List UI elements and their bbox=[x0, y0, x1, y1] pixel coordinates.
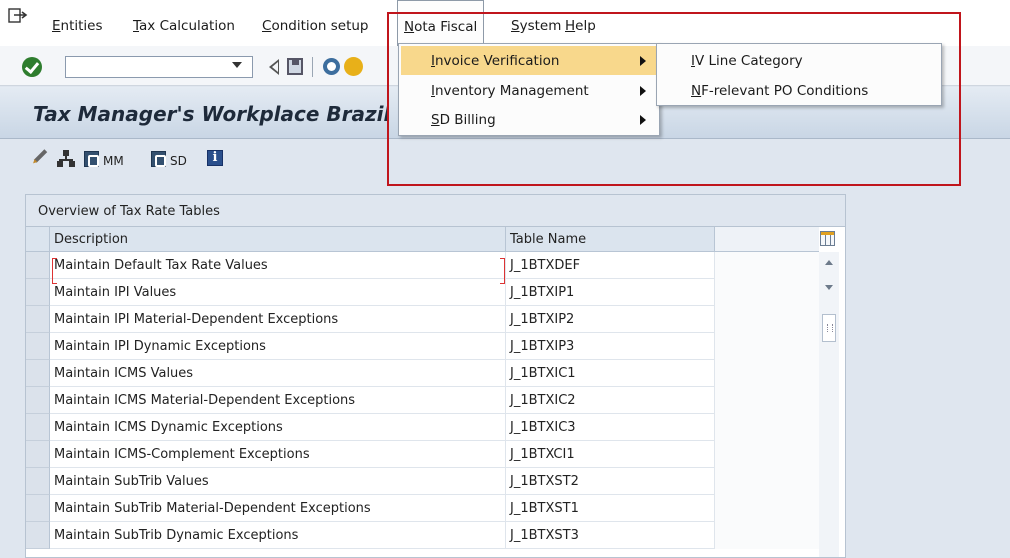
scroll-up-icon[interactable] bbox=[825, 260, 833, 265]
menu-entities[interactable]: Entities bbox=[52, 0, 103, 46]
table-cell-table-name[interactable]: J_1BTXST2 bbox=[506, 468, 715, 495]
selection-icon[interactable] bbox=[84, 151, 99, 167]
table-cell-description[interactable]: Maintain SubTrib Dynamic Exceptions bbox=[50, 522, 506, 549]
back-icon[interactable] bbox=[269, 59, 279, 75]
ok-icon[interactable] bbox=[22, 57, 42, 77]
table-cell-filler bbox=[715, 306, 819, 333]
row-selector[interactable] bbox=[26, 252, 50, 279]
row-selector[interactable] bbox=[26, 522, 50, 549]
command-field[interactable] bbox=[65, 56, 253, 78]
table-cell-filler bbox=[715, 387, 819, 414]
row-selector[interactable] bbox=[26, 414, 50, 441]
menu-tax-calculation[interactable]: Tax Calculation bbox=[133, 0, 235, 46]
row-selector[interactable] bbox=[26, 306, 50, 333]
table-cell-description[interactable]: Maintain ICMS Dynamic Exceptions bbox=[50, 414, 506, 441]
column-header-description[interactable]: Description bbox=[50, 227, 506, 252]
table-cell-table-name[interactable]: J_1BTXST3 bbox=[506, 522, 715, 549]
tax-rate-table: Overview of Tax Rate Tables Description … bbox=[25, 194, 846, 558]
row-selector[interactable] bbox=[26, 468, 50, 495]
table-cell-filler bbox=[715, 522, 819, 549]
select-all-cell[interactable] bbox=[26, 227, 50, 252]
table-cell-filler bbox=[715, 279, 819, 306]
table-cell-description[interactable]: Maintain IPI Material-Dependent Exceptio… bbox=[50, 306, 506, 333]
row-selector[interactable] bbox=[26, 441, 50, 468]
table-cell-filler bbox=[715, 441, 819, 468]
table-cell-description[interactable]: Maintain IPI Values bbox=[50, 279, 506, 306]
vertical-scrollbar[interactable] bbox=[819, 252, 839, 557]
scroll-down-icon[interactable] bbox=[825, 285, 833, 290]
cell-focus-marker bbox=[52, 258, 57, 284]
column-header-table-name[interactable]: Table Name bbox=[506, 227, 715, 252]
table-cell-table-name[interactable]: J_1BTXIP1 bbox=[506, 279, 715, 306]
toolbar-separator bbox=[312, 57, 313, 77]
cancel-icon[interactable] bbox=[323, 58, 340, 75]
table-cell-description[interactable]: Maintain IPI Dynamic Exceptions bbox=[50, 333, 506, 360]
table-cell-table-name[interactable]: J_1BTXST1 bbox=[506, 495, 715, 522]
table-cell-description[interactable]: Maintain ICMS Values bbox=[50, 360, 506, 387]
selection-icon[interactable] bbox=[151, 151, 166, 167]
menu-label-rest: ax Calculation bbox=[139, 18, 235, 34]
table-cell-table-name[interactable]: J_1BTXIC2 bbox=[506, 387, 715, 414]
table-cell-filler bbox=[715, 360, 819, 387]
menu-entry-icon[interactable] bbox=[8, 8, 28, 24]
table-cell-table-name[interactable]: J_1BTXIC1 bbox=[506, 360, 715, 387]
table-cell-table-name[interactable]: J_1BTXIP3 bbox=[506, 333, 715, 360]
table-cell-table-name[interactable]: J_1BTXIC3 bbox=[506, 414, 715, 441]
page-title: Tax Manager's Workplace Brazil bbox=[33, 102, 388, 126]
table-cell-description[interactable]: Maintain SubTrib Values bbox=[50, 468, 506, 495]
dropdown-arrow-icon[interactable] bbox=[232, 62, 242, 68]
exit-icon[interactable] bbox=[344, 57, 363, 76]
table-cell-filler bbox=[715, 333, 819, 360]
highlight-annotation bbox=[387, 12, 961, 186]
row-selector[interactable] bbox=[26, 387, 50, 414]
row-selector[interactable] bbox=[26, 495, 50, 522]
cell-focus-marker bbox=[500, 258, 505, 284]
table-cell-description[interactable]: Maintain ICMS-Complement Exceptions bbox=[50, 441, 506, 468]
table-cell-table-name[interactable]: J_1BTXDEF bbox=[506, 252, 715, 279]
save-icon[interactable] bbox=[287, 58, 303, 75]
scroll-thumb[interactable] bbox=[822, 314, 836, 342]
table-cell-description[interactable]: Maintain Default Tax Rate Values bbox=[50, 252, 506, 279]
menu-label-rest: ntities bbox=[60, 18, 103, 34]
row-selector[interactable] bbox=[26, 333, 50, 360]
table-cell-filler bbox=[715, 414, 819, 441]
info-icon[interactable]: i bbox=[207, 150, 223, 166]
menu-condition-setup[interactable]: Condition setup bbox=[262, 0, 368, 46]
pencil-icon[interactable] bbox=[33, 149, 48, 163]
table-cell-description[interactable]: Maintain SubTrib Material-Dependent Exce… bbox=[50, 495, 506, 522]
table-cell-filler bbox=[715, 252, 819, 279]
table-cell-table-name[interactable]: J_1BTXIP2 bbox=[506, 306, 715, 333]
table-cell-filler bbox=[715, 495, 819, 522]
table-cell-filler bbox=[715, 468, 819, 495]
table-caption: Overview of Tax Rate Tables bbox=[26, 195, 845, 227]
table-cell-table-name[interactable]: J_1BTXCI1 bbox=[506, 441, 715, 468]
column-settings-icon[interactable] bbox=[820, 231, 835, 246]
menu-mnemonic: E bbox=[52, 18, 61, 34]
row-selector[interactable] bbox=[26, 360, 50, 387]
hierarchy-icon[interactable] bbox=[57, 150, 75, 168]
sd-button-label[interactable]: SD bbox=[170, 154, 187, 168]
column-header-filler bbox=[715, 227, 819, 252]
mm-button-label[interactable]: MM bbox=[103, 154, 124, 168]
menu-label-rest: ondition setup bbox=[271, 18, 369, 34]
table-cell-description[interactable]: Maintain ICMS Material-Dependent Excepti… bbox=[50, 387, 506, 414]
row-selector[interactable] bbox=[26, 279, 50, 306]
